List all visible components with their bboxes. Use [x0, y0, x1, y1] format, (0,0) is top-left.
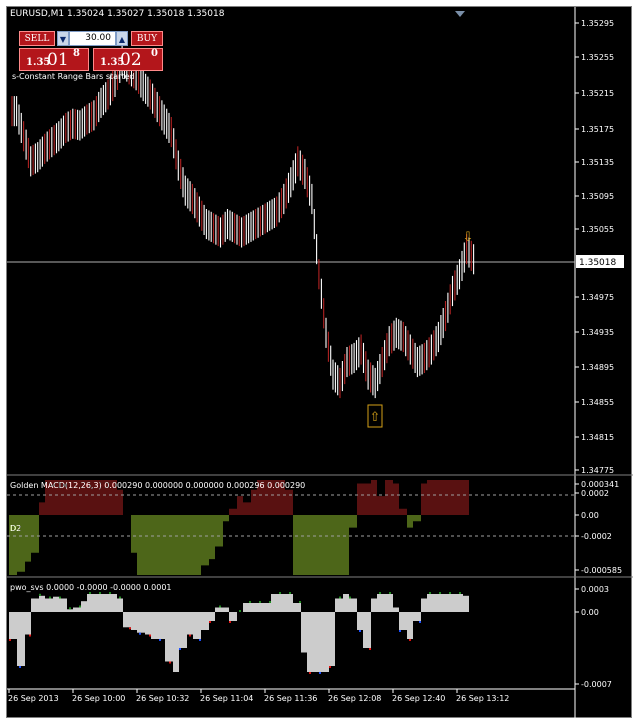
time-tick-label: 26 Sep 13:12 — [456, 694, 509, 703]
buy-price-button[interactable]: 1.35 02 0 — [93, 48, 163, 71]
symbol-timeframe: EURUSD,M1 — [10, 9, 65, 19]
pwo-label: pwo_svs 0.0000 -0.0000 -0.0000 0.0001 — [10, 583, 172, 592]
chart-window: 1.35295 1.35255 1.35215 1.35175 1.35135 1.350… — [6, 6, 633, 719]
price-tick-label: 1.34895 — [581, 363, 614, 372]
time-tick-label: 26 Sep 11:04 — [200, 694, 253, 703]
pwo-tick-label: -0.0007 — [581, 680, 612, 689]
time-axis: 26 Sep 2013 26 Sep 10:00 26 Sep 10:32 26 Se… — [8, 689, 509, 703]
lots-increase-icon[interactable]: ▲ — [116, 31, 128, 46]
ohlc-values: 1.35024 1.35027 1.35018 1.35018 — [67, 9, 225, 19]
buy-price-pips: 02 — [120, 50, 142, 70]
macd-histogram — [9, 480, 469, 575]
price-bars — [11, 45, 475, 399]
lots-decrease-icon[interactable]: ▼ — [57, 31, 69, 46]
price-tick-label: 1.34975 — [581, 293, 614, 302]
macd-tick-label: -0.000585 — [581, 566, 622, 575]
price-tick-label: 1.35135 — [581, 158, 614, 167]
macd-label: Golden MACD(12,26,3) 0.000290 0.000000 0… — [10, 481, 306, 490]
time-tick-label: 26 Sep 2013 — [8, 694, 59, 703]
macd-tick-label: 0.00 — [581, 511, 599, 520]
macd-axis: 0.0003410.0002 0.00 -0.0002 -0.000585 — [575, 480, 622, 575]
status-text: s-Constant Range Bars started — [12, 72, 135, 81]
price-tick-label: 1.35215 — [581, 89, 614, 98]
pwo-axis: 0.0003 0.00 -0.0007 — [575, 585, 612, 689]
time-tick-label: 26 Sep 11:36 — [264, 694, 317, 703]
sell-button[interactable]: SELL — [19, 31, 55, 46]
macd-tick-label: 0.0002 — [581, 489, 609, 498]
price-tick-label: 1.35295 — [581, 19, 614, 28]
sell-price-button[interactable]: 1.35 01 8 — [19, 48, 89, 71]
pwo-tick-label: 0.00 — [581, 608, 599, 617]
price-tick-label: 1.34815 — [581, 433, 614, 442]
price-tick-label: 1.35055 — [581, 225, 614, 234]
buy-arrow-icon: ⇧ — [370, 410, 381, 425]
price-tick-label: 1.34855 — [581, 398, 614, 407]
sell-price-fraction: 8 — [73, 48, 80, 59]
price-tick-label: 1.34935 — [581, 328, 614, 337]
time-tick-label: 26 Sep 10:32 — [136, 694, 189, 703]
price-tick-label: 1.34775 — [581, 466, 614, 475]
price-axis: 1.35295 1.35255 1.35215 1.35175 1.35135 1.350… — [575, 19, 614, 475]
macd-marker-d2: D2 — [10, 524, 22, 533]
time-tick-label: 26 Sep 12:40 — [392, 694, 445, 703]
pwo-tick-label: 0.0003 — [581, 585, 609, 594]
shift-marker-icon[interactable] — [455, 11, 465, 17]
price-tick-label: 1.35255 — [581, 53, 614, 62]
time-tick-label: 26 Sep 12:08 — [328, 694, 381, 703]
time-tick-label: 26 Sep 10:00 — [72, 694, 125, 703]
sell-price-pips: 01 — [47, 50, 69, 70]
symbol-header: EURUSD,M1 1.35024 1.35027 1.35018 1.3501… — [10, 9, 224, 19]
pwo-histogram — [9, 592, 469, 674]
buy-button[interactable]: BUY — [131, 31, 163, 46]
price-chart[interactable]: 1.35295 1.35255 1.35215 1.35175 1.35135 1.350… — [7, 7, 633, 719]
buy-price-fraction: 0 — [151, 48, 158, 59]
price-tick-label: 1.35095 — [581, 192, 614, 201]
macd-tick-label: -0.0002 — [581, 532, 612, 541]
one-click-trading-panel: SELL ▼ 30.00 ▲ BUY 1.35 01 8 1.35 02 0 — [19, 29, 163, 73]
lots-input[interactable]: 30.00 — [69, 31, 116, 46]
current-price-label: 1.35018 — [579, 258, 616, 268]
price-tick-label: 1.35175 — [581, 125, 614, 134]
macd-tick-label: 0.000341 — [581, 480, 619, 489]
sell-arrow-icon: ⇩ — [463, 230, 474, 245]
